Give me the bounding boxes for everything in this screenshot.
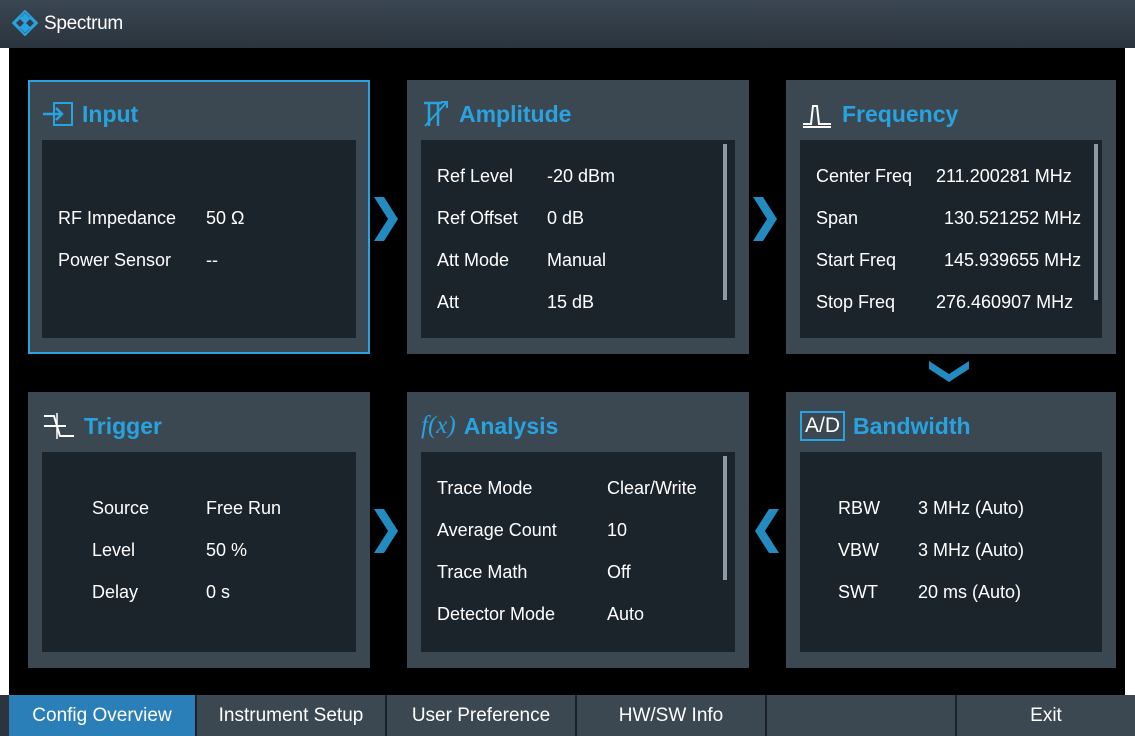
input-arrow-icon bbox=[43, 102, 73, 126]
level-label: Level bbox=[92, 540, 136, 560]
bandwidth-panel-body: RBW 3 MHz (Auto) VBW 3 MHz (Auto) SWT 20… bbox=[800, 452, 1102, 652]
analog-digital-icon: A/D bbox=[800, 411, 846, 441]
average-count-value: 10 bbox=[607, 520, 628, 540]
rohde-schwarz-diamond-icon bbox=[12, 10, 38, 36]
amplitude-panel-header: Amplitude bbox=[421, 96, 571, 132]
detector-mode-value: Auto bbox=[607, 604, 645, 624]
softkey-bar: Config Overview Instrument Setup User Pr… bbox=[0, 695, 1135, 736]
ref-offset-value: 0 dB bbox=[547, 208, 585, 228]
frequency-panel-body: Center Freq 211.200281 MHz Span 130.5212… bbox=[800, 140, 1102, 338]
att-value: 15 dB bbox=[547, 292, 595, 312]
frequency-peak-icon bbox=[803, 105, 831, 128]
ref-level-value: -20 dBm bbox=[547, 166, 616, 186]
delay-value: 0 s bbox=[206, 582, 231, 602]
amplitude-panel[interactable]: Amplitude Ref Level -20 dBm Ref Offset 0… bbox=[407, 80, 749, 354]
detector-mode-label: Detector Mode bbox=[437, 604, 556, 624]
average-count-label: Average Count bbox=[437, 520, 557, 540]
ref-offset-label: Ref Offset bbox=[437, 208, 518, 228]
app-title: Spectrum bbox=[44, 13, 123, 34]
amplitude-scrollbar[interactable] bbox=[723, 144, 727, 300]
source-label: Source bbox=[92, 498, 150, 518]
chevron-left-icon bbox=[755, 509, 779, 553]
center-freq-label: Center Freq bbox=[816, 166, 913, 186]
swt-label: SWT bbox=[838, 582, 878, 602]
level-value: 50 % bbox=[206, 540, 248, 560]
amplitude-panel-body: Ref Level -20 dBm Ref Offset 0 dB Att Mo… bbox=[421, 140, 735, 338]
frequency-panel-header: Frequency bbox=[800, 96, 958, 132]
trace-math-value: Off bbox=[607, 562, 631, 582]
att-mode-label: Att Mode bbox=[437, 250, 510, 270]
analysis-panel[interactable]: f(x) Analysis Trace Mode Clear/Write Ave… bbox=[407, 392, 749, 668]
analysis-panel-body: Trace Mode Clear/Write Average Count 10 … bbox=[421, 452, 735, 652]
span-label: Span bbox=[816, 208, 859, 228]
start-freq-value: 145.939655 MHz bbox=[944, 250, 1082, 270]
bandwidth-panel[interactable]: A/D Bandwidth RBW 3 MHz (Auto) VBW 3 MHz… bbox=[786, 392, 1116, 668]
empty-softkey[interactable] bbox=[767, 695, 957, 736]
trigger-panel-title: Trigger bbox=[84, 412, 162, 439]
trace-math-label: Trace Math bbox=[437, 562, 528, 582]
span-value: 130.521252 MHz bbox=[944, 208, 1082, 228]
chevron-right-icon bbox=[374, 197, 398, 241]
exit-softkey[interactable]: Exit bbox=[957, 695, 1135, 736]
input-panel-header: Input bbox=[42, 96, 138, 132]
input-panel-body: RF Impedance 50 Ω Power Sensor -- bbox=[42, 140, 356, 338]
start-freq-label: Start Freq bbox=[816, 250, 897, 270]
power-sensor-value: -- bbox=[206, 250, 218, 270]
delay-label: Delay bbox=[92, 582, 139, 602]
user-preference-softkey[interactable]: User Preference bbox=[387, 695, 577, 736]
att-mode-value: Manual bbox=[547, 250, 607, 270]
function-icon: f(x) bbox=[421, 412, 456, 439]
stop-freq-label: Stop Freq bbox=[816, 292, 896, 312]
amplitude-panel-title: Amplitude bbox=[459, 100, 572, 127]
rf-impedance-value: 50 Ω bbox=[206, 208, 245, 228]
config-overview-screen: Input RF Impedance 50 Ω Power Sensor -- … bbox=[9, 48, 1125, 695]
frequency-scrollbar[interactable] bbox=[1094, 144, 1098, 300]
swt-value: 20 ms (Auto) bbox=[918, 582, 1022, 602]
rbw-value: 3 MHz (Auto) bbox=[918, 498, 1025, 518]
instrument-setup-softkey[interactable]: Instrument Setup bbox=[197, 695, 387, 736]
input-panel-title: Input bbox=[82, 100, 139, 127]
bandwidth-panel-title: Bandwidth bbox=[853, 412, 971, 439]
hw-sw-info-softkey[interactable]: HW/SW Info bbox=[577, 695, 767, 736]
power-sensor-label: Power Sensor bbox=[58, 250, 172, 270]
input-panel[interactable]: Input RF Impedance 50 Ω Power Sensor -- bbox=[28, 80, 370, 354]
title-bar: Spectrum bbox=[0, 0, 1135, 48]
vbw-value: 3 MHz (Auto) bbox=[918, 540, 1025, 560]
frequency-panel-title: Frequency bbox=[842, 100, 959, 127]
att-label: Att bbox=[437, 292, 460, 312]
center-freq-value: 211.200281 MHz bbox=[936, 166, 1072, 186]
chevron-down-icon bbox=[929, 361, 969, 382]
amplitude-icon bbox=[424, 101, 448, 127]
source-value: Free Run bbox=[206, 498, 282, 518]
trigger-panel[interactable]: Trigger Source Free Run Level 50 % Delay… bbox=[28, 392, 370, 668]
analysis-panel-title: Analysis bbox=[463, 412, 559, 439]
rf-impedance-label: RF Impedance bbox=[58, 208, 177, 228]
trace-mode-value: Clear/Write bbox=[607, 478, 697, 498]
rbw-label: RBW bbox=[838, 498, 880, 518]
trigger-panel-body: Source Free Run Level 50 % Delay 0 s bbox=[42, 452, 356, 652]
vbw-label: VBW bbox=[838, 540, 880, 560]
frequency-panel[interactable]: Frequency Center Freq 211.200281 MHz Spa… bbox=[786, 80, 1116, 354]
trigger-edge-icon bbox=[44, 413, 74, 439]
chevron-right-icon bbox=[374, 509, 398, 553]
chevron-right-icon bbox=[753, 197, 777, 241]
stop-freq-value: 276.460907 MHz bbox=[936, 292, 1074, 312]
trace-mode-label: Trace Mode bbox=[437, 478, 533, 498]
analysis-scrollbar[interactable] bbox=[723, 456, 727, 580]
bandwidth-panel-header: A/D Bandwidth bbox=[800, 408, 971, 444]
trigger-panel-header: Trigger bbox=[42, 408, 162, 444]
analysis-panel-header: f(x) Analysis bbox=[421, 408, 558, 444]
ref-level-label: Ref Level bbox=[437, 166, 514, 186]
config-overview-softkey[interactable]: Config Overview bbox=[9, 695, 197, 736]
